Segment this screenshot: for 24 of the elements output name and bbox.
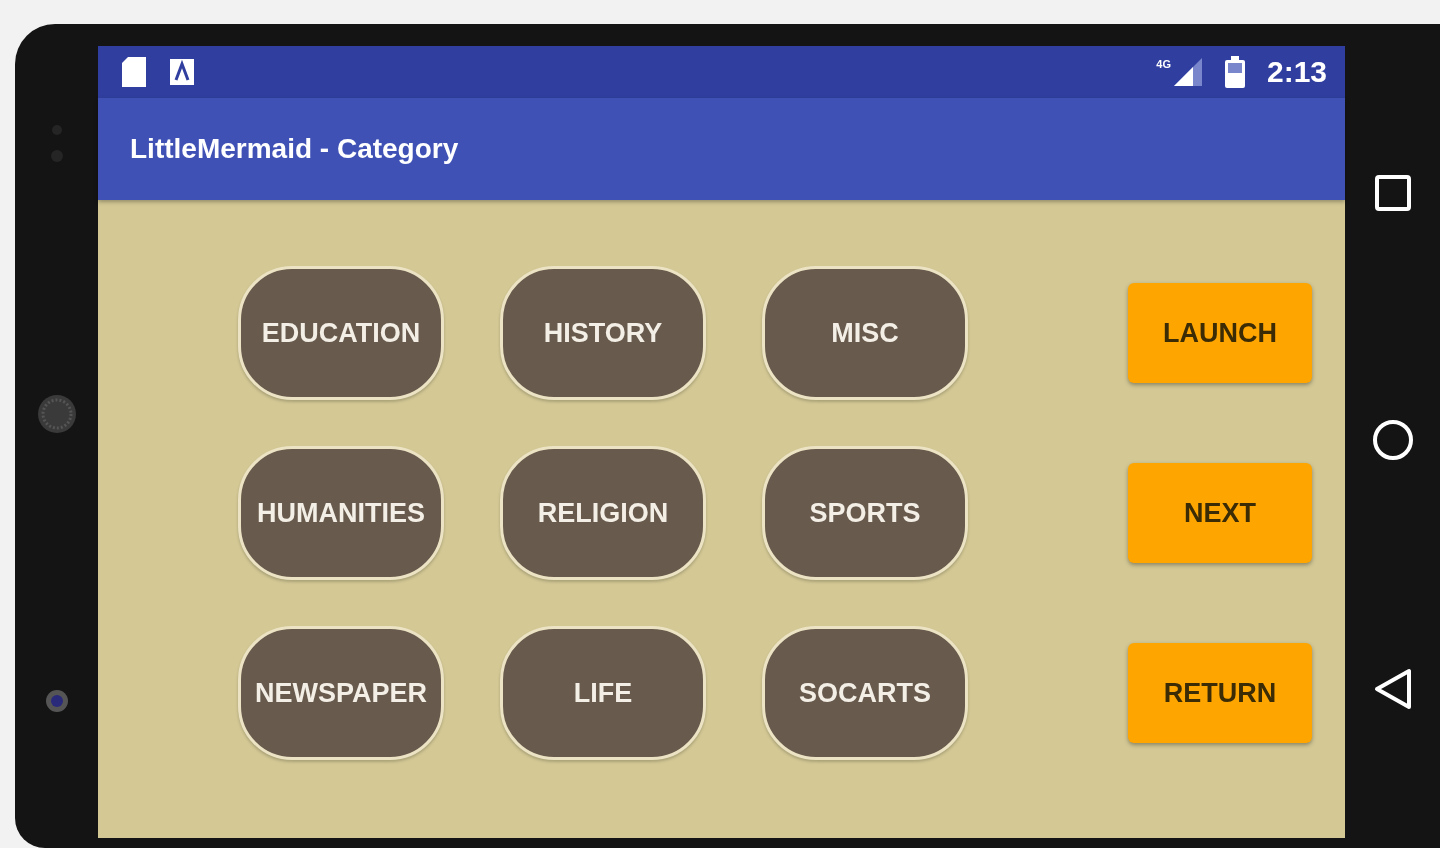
speaker-icon (36, 394, 77, 434)
recents-icon[interactable] (1373, 174, 1412, 212)
notification-icon (170, 59, 194, 85)
home-icon[interactable] (1371, 419, 1414, 461)
category-button[interactable]: HISTORY (500, 266, 706, 400)
category-button[interactable]: NEWSPAPER (238, 626, 444, 760)
action-button[interactable]: RETURN (1128, 643, 1312, 743)
back-icon[interactable] (1372, 668, 1413, 710)
action-button[interactable]: NEXT (1128, 463, 1312, 563)
camera-icon (44, 689, 69, 713)
category-button[interactable]: SOCARTS (762, 626, 968, 760)
sd-card-icon (120, 56, 148, 88)
app-title: LittleMermaid - Category (130, 133, 459, 165)
category-button[interactable]: MISC (762, 266, 968, 400)
network-type: 4G (1156, 58, 1171, 70)
category-button[interactable]: EDUCATION (238, 266, 444, 400)
battery-icon (1224, 56, 1245, 88)
clock: 2:13 (1266, 55, 1327, 89)
category-button[interactable]: HUMANITIES (238, 446, 444, 580)
category-button[interactable]: LIFE (500, 626, 706, 760)
action-button[interactable]: LAUNCH (1128, 283, 1312, 383)
category-button[interactable]: SPORTS (762, 446, 968, 580)
category-button[interactable]: RELIGION (500, 446, 706, 580)
signal-icon (1172, 57, 1203, 87)
